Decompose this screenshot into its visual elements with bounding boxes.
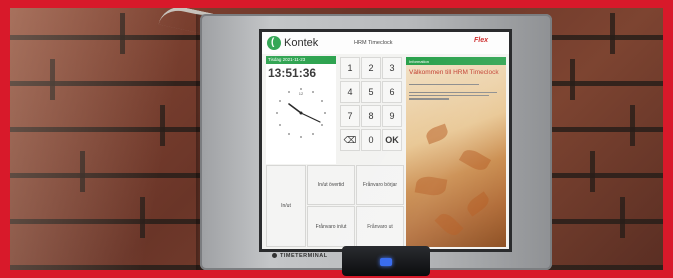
leaf-decoration (434, 210, 464, 239)
absence-in-out-button[interactable]: Frånvaro in/ut (307, 206, 355, 247)
key-7[interactable]: 7 (340, 105, 360, 127)
absence-out-button[interactable]: Frånvaro ut (356, 206, 404, 247)
in-out-button[interactable]: In/ut (266, 165, 306, 247)
leaf-decoration (414, 174, 448, 198)
mortar-line (630, 105, 635, 146)
brand-name: Kontek (284, 37, 319, 49)
screen-topbar: ( Kontek HRM Timeclock Flex (262, 32, 509, 54)
welcome-text: Välkommen till HRM Timeclock (409, 69, 499, 76)
dial-number: 12 (299, 91, 304, 96)
key-9[interactable]: 9 (382, 105, 402, 127)
key-5[interactable]: 5 (361, 81, 381, 103)
info-header: Information (406, 57, 506, 65)
key-2[interactable]: 2 (361, 57, 381, 79)
in-out-overtime-button[interactable]: In/ut övertid (307, 165, 355, 205)
key-1[interactable]: 1 (340, 57, 360, 79)
numeric-keypad: 1 2 3 4 5 6 7 8 9 ⌫ 0 OK (340, 57, 404, 159)
backspace-icon[interactable]: ⌫ (340, 129, 360, 151)
brand-dot-icon (272, 253, 277, 259)
info-panel: Information Välkommen till HRM Timeclock (406, 57, 506, 247)
card-reader[interactable] (342, 246, 430, 276)
terminal-brand: TIMETERMINAL (272, 253, 328, 259)
mortar-line (620, 197, 625, 238)
date-label: Tisdag 2021-11-23 (266, 56, 336, 64)
partner-logo: Flex (474, 37, 489, 44)
key-6[interactable]: 6 (382, 81, 402, 103)
action-buttons: In/ut In/ut övertid Frånvaro börjar Från… (266, 165, 404, 247)
touch-screen: ( Kontek HRM Timeclock Flex Tisdag 2021-… (262, 32, 509, 249)
analog-clock-icon: 12 (276, 88, 326, 138)
key-0[interactable]: 0 (361, 129, 381, 151)
digital-time: 13:51:36 (268, 66, 317, 80)
clock-panel: Tisdag 2021-11-23 13:51:36 12 (266, 56, 336, 164)
leaf-decoration (424, 123, 450, 145)
leaf-decoration (464, 191, 492, 217)
key-4[interactable]: 4 (340, 81, 360, 103)
absence-begins-button[interactable]: Frånvaro börjar (356, 165, 404, 205)
app-title: HRM Timeclock (354, 40, 393, 46)
leaf-decoration (458, 146, 492, 174)
terminal-brand-text: TIMETERMINAL (280, 253, 328, 259)
reader-led-icon (380, 258, 392, 266)
key-8[interactable]: 8 (361, 105, 381, 127)
mortar-line (590, 151, 595, 192)
light-glare (10, 8, 220, 270)
key-3[interactable]: 3 (382, 57, 402, 79)
kontek-logo-icon: ( (267, 36, 281, 50)
info-text-line (409, 83, 503, 86)
ok-button[interactable]: OK (382, 129, 402, 151)
mortar-line (570, 59, 575, 100)
info-text-paragraph (409, 91, 503, 100)
mortar-line (610, 13, 615, 54)
